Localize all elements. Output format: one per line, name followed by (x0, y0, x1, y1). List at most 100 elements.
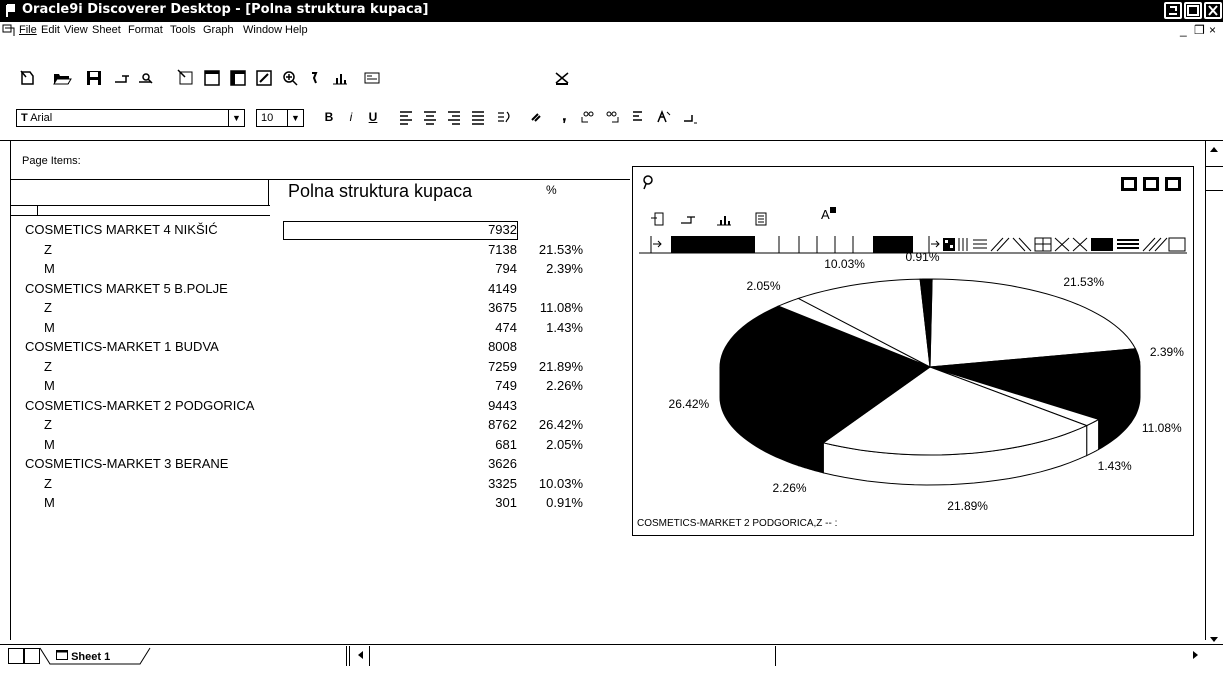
tab-first-button[interactable] (8, 648, 24, 664)
mdi-restore-button[interactable]: ❒ (1194, 23, 1205, 37)
mdi-close-button[interactable]: × (1209, 23, 1216, 37)
row-value[interactable]: 9443 (457, 398, 517, 413)
align-center-icon[interactable] (420, 107, 440, 127)
row-percent[interactable]: 2.05% (523, 437, 583, 452)
row-label[interactable]: COSMETICS-MARKET 1 BUDVA (25, 339, 219, 354)
row-label[interactable]: COSMETICS-MARKET 2 PODGORICA (25, 398, 254, 413)
row-value[interactable]: 474 (457, 320, 517, 335)
size-dropdown-icon[interactable]: ▼ (287, 110, 303, 126)
row-value[interactable]: 8762 (457, 417, 517, 432)
align-right-icon[interactable] (444, 107, 464, 127)
font-size-combo[interactable]: 10 ▼ (256, 109, 304, 127)
sql-inspector-icon[interactable] (362, 68, 382, 88)
graph-title-icon[interactable]: A (821, 207, 836, 222)
row-percent[interactable]: 2.39% (523, 261, 583, 276)
justify-icon[interactable] (468, 107, 488, 127)
menu-window[interactable]: Window (243, 24, 282, 36)
comma-icon[interactable] (554, 107, 574, 127)
mdi-doc-icon[interactable] (2, 24, 16, 40)
minimize-button[interactable] (1164, 2, 1182, 19)
align-left-icon[interactable] (396, 107, 416, 127)
save-icon[interactable] (84, 68, 104, 88)
row-percent[interactable]: 0.91% (523, 495, 583, 510)
row-percent[interactable]: 10.03% (523, 476, 583, 491)
print-preview-icon[interactable] (136, 68, 156, 88)
scroll-down-icon[interactable] (1206, 632, 1222, 648)
row-value[interactable]: 749 (457, 378, 517, 393)
new-workbook-icon[interactable] (18, 68, 38, 88)
font-dropdown-icon[interactable]: ▼ (228, 110, 244, 126)
tab-sheet-1[interactable]: Sheet 1 (56, 650, 110, 663)
row-label[interactable]: COSMETICS-MARKET 3 BERANE (25, 456, 228, 471)
row-label[interactable]: Z (44, 417, 52, 432)
scroll-left-icon[interactable] (353, 648, 369, 664)
font-name-combo[interactable]: T Arial ▼ (16, 109, 245, 127)
menu-tools[interactable]: Tools (170, 24, 196, 36)
underline-button[interactable]: U (366, 109, 380, 125)
hscroll-split-left[interactable] (346, 646, 347, 666)
graph-new-icon[interactable] (649, 211, 667, 232)
app-icon[interactable] (5, 3, 17, 18)
format-painter-icon[interactable] (526, 107, 546, 127)
row-value[interactable]: 794 (457, 261, 517, 276)
drill-icon[interactable] (280, 68, 300, 88)
row-label[interactable]: Z (44, 300, 52, 315)
maximize-button[interactable] (1184, 2, 1202, 19)
row-label[interactable]: Z (44, 242, 52, 257)
scroll-up-icon[interactable] (1206, 143, 1222, 159)
row-label[interactable]: M (44, 437, 55, 452)
row-value[interactable]: 7932 (457, 222, 517, 237)
row-label[interactable]: M (44, 320, 55, 335)
row-value[interactable]: 3626 (457, 456, 517, 471)
menu-file[interactable]: File (19, 24, 37, 36)
vertical-scrollbar-track[interactable] (1205, 140, 1206, 640)
graph-icon[interactable] (330, 68, 350, 88)
decrease-decimal-icon[interactable] (602, 107, 622, 127)
open-icon[interactable] (52, 68, 72, 88)
close-button[interactable] (1204, 2, 1222, 19)
table-layout-icon[interactable] (202, 68, 222, 88)
graph-legend-icon[interactable] (753, 211, 771, 232)
row-percent[interactable]: 21.89% (523, 359, 583, 374)
hscroll-split-right[interactable] (349, 646, 350, 666)
row-value[interactable]: 3325 (457, 476, 517, 491)
menu-help[interactable]: Help (285, 24, 308, 36)
row-label[interactable]: M (44, 495, 55, 510)
row-percent[interactable]: 26.42% (523, 417, 583, 432)
row-label[interactable]: Z (44, 359, 52, 374)
row-label[interactable]: COSMETICS MARKET 4 NIKŠIĆ (25, 222, 218, 237)
crosstab-icon[interactable] (228, 68, 248, 88)
row-percent[interactable]: 21.53% (523, 242, 583, 257)
menu-format[interactable]: Format (128, 24, 163, 36)
row-value[interactable]: 3675 (457, 300, 517, 315)
wrap-text-icon[interactable] (494, 107, 514, 127)
edit-sheet-icon[interactable] (254, 68, 274, 88)
graph-window[interactable]: A 21.53% 2.39% 11.08% 1.43% 21.89% 2.26% 26.42… (632, 166, 1194, 536)
row-label[interactable]: Z (44, 476, 52, 491)
row-percent[interactable]: 11.08% (523, 300, 583, 315)
graph-window-controls[interactable] (1119, 175, 1185, 198)
row-value[interactable]: 301 (457, 495, 517, 510)
row-value[interactable]: 681 (457, 437, 517, 452)
row-percent[interactable]: 2.26% (523, 378, 583, 393)
border-icon[interactable] (680, 107, 700, 127)
graph-print-icon[interactable] (679, 211, 697, 232)
print-icon[interactable] (112, 68, 132, 88)
row-value[interactable]: 7138 (457, 242, 517, 257)
row-label[interactable]: M (44, 378, 55, 393)
scroll-right-icon[interactable] (1187, 648, 1203, 664)
row-value[interactable]: 4149 (457, 281, 517, 296)
mdi-minimize-button[interactable]: _ (1180, 23, 1187, 37)
row-value[interactable]: 7259 (457, 359, 517, 374)
increase-decimal-icon[interactable] (578, 107, 598, 127)
row-percent[interactable]: 1.43% (523, 320, 583, 335)
cancel-query-icon[interactable] (552, 68, 572, 88)
menu-sheet[interactable]: Sheet (92, 24, 121, 36)
highlight-icon[interactable] (654, 107, 674, 127)
query-wizard-icon[interactable] (176, 68, 196, 88)
graph-type-icon[interactable] (715, 211, 733, 232)
tab-prev-button[interactable] (24, 648, 40, 664)
bold-button[interactable]: B (322, 109, 336, 125)
row-label[interactable]: COSMETICS MARKET 5 B.POLJE (25, 281, 228, 296)
percentage-icon[interactable] (304, 68, 324, 88)
